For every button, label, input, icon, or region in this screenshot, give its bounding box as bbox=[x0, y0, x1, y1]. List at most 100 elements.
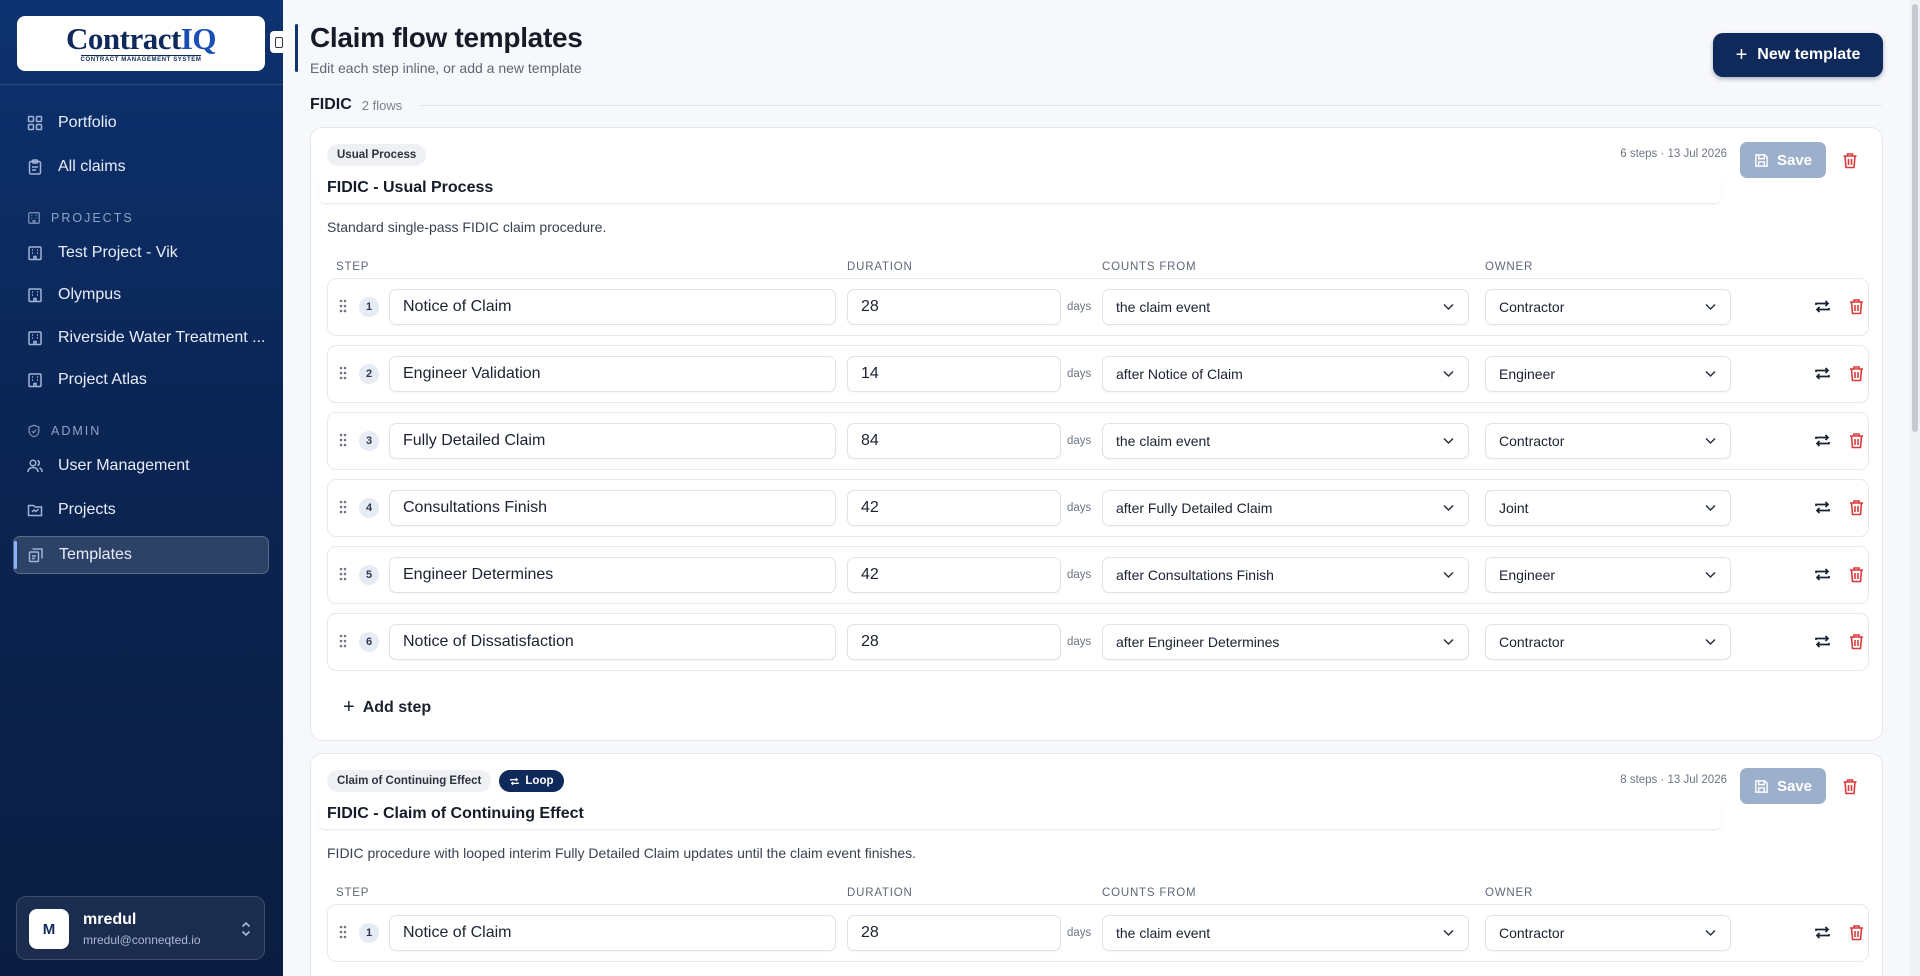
counts-from-select[interactable]: after Consultations Finish bbox=[1102, 557, 1469, 593]
step-number: 4 bbox=[359, 498, 379, 518]
counts-from-select[interactable]: after Engineer Determines bbox=[1102, 624, 1469, 660]
counts-from-select[interactable]: after Notice of Claim bbox=[1102, 356, 1469, 392]
step-number: 6 bbox=[359, 632, 379, 652]
scrollbar-thumb[interactable] bbox=[1912, 4, 1918, 432]
drag-handle-icon[interactable] bbox=[338, 924, 348, 940]
delete-step-icon[interactable] bbox=[1849, 633, 1864, 650]
days-unit-label: days bbox=[1067, 927, 1092, 939]
drag-handle-icon[interactable] bbox=[338, 566, 348, 582]
swap-icon[interactable] bbox=[1814, 499, 1831, 516]
template-meta: 8 steps · 13 Jul 2026 bbox=[1620, 774, 1727, 786]
sidebar-item-portfolio[interactable]: Portfolio bbox=[13, 104, 269, 142]
owner-select[interactable]: Joint bbox=[1485, 490, 1731, 526]
duration-input[interactable]: 42 bbox=[847, 490, 1061, 526]
swap-icon[interactable] bbox=[1814, 432, 1831, 449]
column-header-duration: DURATION bbox=[847, 887, 913, 899]
step-name-input[interactable]: Notice of Claim bbox=[389, 915, 836, 951]
swap-icon[interactable] bbox=[1814, 633, 1831, 650]
delete-step-icon[interactable] bbox=[1849, 499, 1864, 516]
duration-input[interactable]: 14 bbox=[847, 356, 1061, 392]
sidebar-item-templates[interactable]: Templates bbox=[13, 536, 269, 574]
brand-logo[interactable]: ContractIQ CONTRACT MANAGEMENT SYSTEM bbox=[17, 16, 265, 71]
template-name-input[interactable]: FIDIC - Usual Process bbox=[319, 172, 1721, 204]
step-name-input[interactable]: Notice of Dissatisfaction bbox=[389, 624, 836, 660]
template-description-input[interactable]: FIDIC procedure with looped interim Full… bbox=[319, 839, 1721, 867]
template-card: Claim of Continuing Effect Loop 8 steps … bbox=[310, 753, 1883, 976]
step-name-input[interactable]: Notice of Claim bbox=[389, 289, 836, 325]
step-name-input[interactable]: Fully Detailed Claim bbox=[389, 423, 836, 459]
user-menu[interactable]: M mredul mredul@conneqted.io bbox=[16, 896, 265, 960]
counts-from-select[interactable]: after Fully Detailed Claim bbox=[1102, 490, 1469, 526]
chevron-up-down-icon bbox=[240, 919, 252, 939]
folder-icon bbox=[27, 502, 43, 518]
chevron-down-icon bbox=[1705, 437, 1716, 445]
drag-handle-icon[interactable] bbox=[338, 365, 348, 381]
counts-from-select[interactable]: the claim event bbox=[1102, 915, 1469, 951]
drag-handle-icon[interactable] bbox=[338, 499, 348, 515]
delete-step-icon[interactable] bbox=[1849, 298, 1864, 315]
sidebar-divider bbox=[0, 84, 283, 85]
templates-icon bbox=[28, 547, 44, 563]
duration-input[interactable]: 28 bbox=[847, 289, 1061, 325]
delete-step-icon[interactable] bbox=[1849, 432, 1864, 449]
scrollbar[interactable] bbox=[1910, 0, 1920, 976]
save-button[interactable]: Save bbox=[1740, 768, 1826, 804]
loop-badge: Loop bbox=[499, 770, 564, 792]
sidebar: ContractIQ CONTRACT MANAGEMENT SYSTEM Po… bbox=[0, 0, 288, 976]
delete-template-icon[interactable] bbox=[1842, 778, 1858, 795]
step-row: 2 Engineer Validation 14 days after Notice o… bbox=[327, 345, 1869, 403]
days-unit-label: days bbox=[1067, 368, 1092, 380]
sidebar-item-label: Olympus bbox=[58, 286, 122, 303]
delete-template-icon[interactable] bbox=[1842, 152, 1858, 169]
template-description-input[interactable]: Standard single-pass FIDIC claim procedu… bbox=[319, 213, 1721, 241]
sidebar-item-user-management[interactable]: User Management bbox=[13, 447, 269, 485]
step-name-input[interactable]: Engineer Validation bbox=[389, 356, 836, 392]
duration-input[interactable]: 84 bbox=[847, 423, 1061, 459]
template-meta: 6 steps · 13 Jul 2026 bbox=[1620, 148, 1727, 160]
duration-input[interactable]: 28 bbox=[847, 624, 1061, 660]
swap-icon[interactable] bbox=[1814, 924, 1831, 941]
add-step-button[interactable]: + Add step bbox=[343, 696, 431, 719]
days-unit-label: days bbox=[1067, 636, 1092, 648]
column-header-duration: DURATION bbox=[847, 261, 913, 273]
owner-select[interactable]: Contractor bbox=[1485, 915, 1731, 951]
duration-input[interactable]: 42 bbox=[847, 557, 1061, 593]
swap-icon[interactable] bbox=[1814, 298, 1831, 315]
step-name-input[interactable]: Consultations Finish bbox=[389, 490, 836, 526]
drag-handle-icon[interactable] bbox=[338, 298, 348, 314]
sidebar-item-riverside[interactable]: Riverside Water Treatment ... bbox=[13, 319, 269, 357]
step-number: 1 bbox=[359, 923, 379, 943]
owner-select[interactable]: Engineer bbox=[1485, 557, 1731, 593]
sidebar-item-projects[interactable]: Projects bbox=[13, 491, 269, 529]
column-header-step: STEP bbox=[336, 887, 370, 899]
counts-from-select[interactable]: the claim event bbox=[1102, 289, 1469, 325]
plus-icon: + bbox=[1735, 43, 1748, 66]
sidebar-item-test-project[interactable]: Test Project - Vik bbox=[13, 234, 269, 272]
column-header-step: STEP bbox=[336, 261, 370, 273]
grid-icon bbox=[27, 115, 43, 131]
drag-handle-icon[interactable] bbox=[338, 633, 348, 649]
delete-step-icon[interactable] bbox=[1849, 924, 1864, 941]
sidebar-item-olympus[interactable]: Olympus bbox=[13, 276, 269, 314]
new-template-button[interactable]: + New template bbox=[1713, 33, 1883, 77]
template-name-input[interactable]: FIDIC - Claim of Continuing Effect bbox=[319, 798, 1721, 830]
swap-icon[interactable] bbox=[1814, 566, 1831, 583]
column-header-counts-from: COUNTS FROM bbox=[1102, 887, 1197, 899]
delete-step-icon[interactable] bbox=[1849, 365, 1864, 382]
step-name-input[interactable]: Engineer Determines bbox=[389, 557, 836, 593]
delete-step-icon[interactable] bbox=[1849, 566, 1864, 583]
counts-from-select[interactable]: the claim event bbox=[1102, 423, 1469, 459]
owner-select[interactable]: Contractor bbox=[1485, 289, 1731, 325]
loop-icon bbox=[509, 776, 520, 787]
chevron-down-icon bbox=[1443, 437, 1454, 445]
group-count: 2 flows bbox=[361, 97, 403, 113]
duration-input[interactable]: 28 bbox=[847, 915, 1061, 951]
sidebar-item-all-claims[interactable]: All claims bbox=[13, 148, 269, 186]
drag-handle-icon[interactable] bbox=[338, 432, 348, 448]
owner-select[interactable]: Contractor bbox=[1485, 423, 1731, 459]
save-button[interactable]: Save bbox=[1740, 142, 1826, 178]
owner-select[interactable]: Contractor bbox=[1485, 624, 1731, 660]
owner-select[interactable]: Engineer bbox=[1485, 356, 1731, 392]
swap-icon[interactable] bbox=[1814, 365, 1831, 382]
sidebar-item-project-atlas[interactable]: Project Atlas bbox=[13, 361, 269, 399]
